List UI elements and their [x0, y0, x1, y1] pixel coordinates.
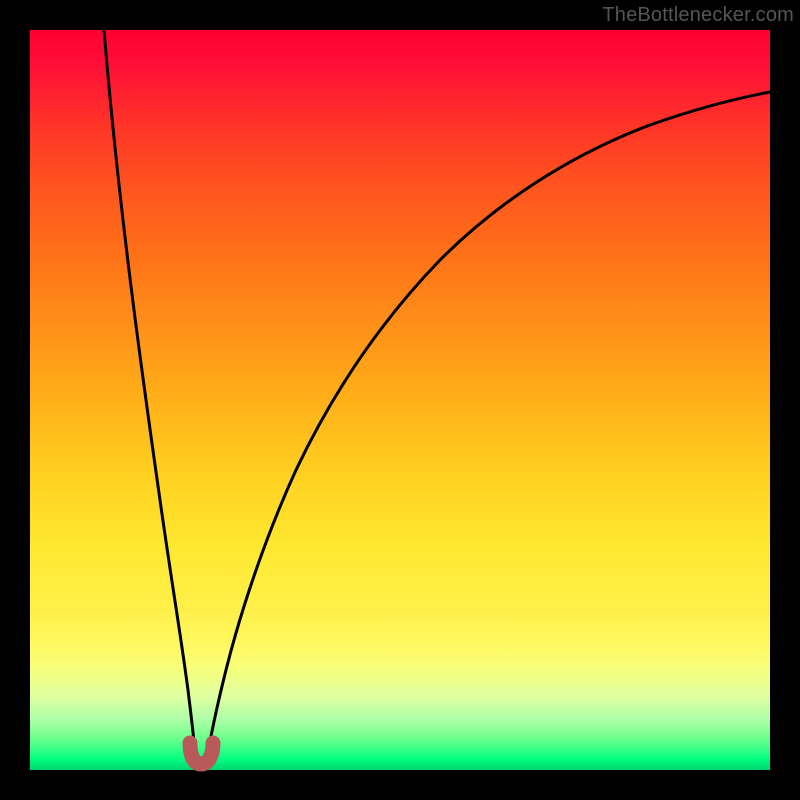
plot-area [30, 30, 770, 770]
bottleneck-curve [30, 30, 770, 770]
watermark-label: TheBottlenecker.com [602, 4, 794, 27]
curve-right-branch [208, 92, 770, 752]
chart-frame: TheBottlenecker.com [0, 0, 800, 800]
curve-left-branch [104, 30, 195, 752]
minimum-marker [190, 743, 213, 764]
